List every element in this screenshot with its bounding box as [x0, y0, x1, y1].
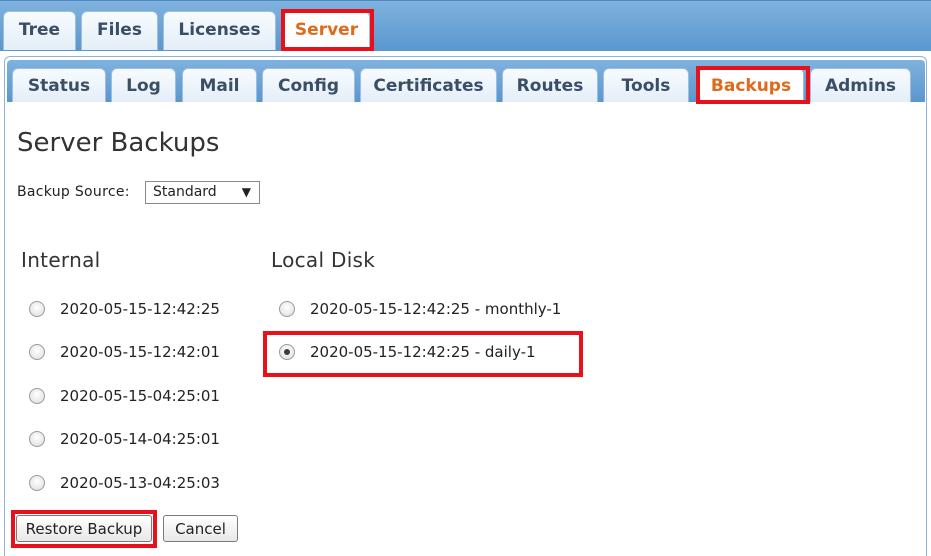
tab-backups[interactable]: Backups	[698, 68, 804, 102]
tab-tree[interactable]: Tree	[3, 11, 76, 50]
tab-tools[interactable]: Tools	[603, 68, 689, 102]
chevron-down-icon: ▼	[241, 185, 251, 199]
internal-backup-option[interactable]: 2020-05-13-04:25:03	[29, 474, 220, 492]
page-title: Server Backups	[17, 128, 220, 158]
local-disk-backup-option[interactable]: 2020-05-15-12:42:25 - daily-1	[279, 343, 536, 361]
radio-button-selected[interactable]	[279, 344, 295, 360]
backup-label: 2020-05-15-12:42:25 - monthly-1	[310, 300, 562, 318]
radio-button[interactable]	[29, 475, 45, 491]
backup-label: 2020-05-13-04:25:03	[60, 474, 220, 492]
tab-log[interactable]: Log	[111, 68, 176, 102]
radio-button[interactable]	[29, 344, 45, 360]
internal-backup-option[interactable]: 2020-05-15-12:42:01	[29, 343, 220, 361]
tab-certificates[interactable]: Certificates	[360, 68, 497, 102]
tab-status[interactable]: Status	[12, 68, 106, 102]
local-disk-heading: Local Disk	[271, 248, 376, 272]
tab-admins[interactable]: Admins	[810, 68, 911, 102]
internal-backup-option[interactable]: 2020-05-14-04:25:01	[29, 430, 220, 448]
backup-label: 2020-05-15-04:25:01	[60, 387, 220, 405]
tab-mail[interactable]: Mail	[182, 68, 257, 102]
backup-label: 2020-05-14-04:25:01	[60, 430, 220, 448]
radio-button[interactable]	[29, 388, 45, 404]
cancel-button[interactable]: Cancel	[163, 515, 238, 542]
backup-label: 2020-05-15-12:42:25 - daily-1	[310, 343, 536, 361]
tab-server[interactable]: Server	[283, 11, 370, 50]
radio-button[interactable]	[29, 431, 45, 447]
tab-licenses[interactable]: Licenses	[163, 11, 276, 50]
tab-config[interactable]: Config	[262, 68, 355, 102]
backup-source-value: Standard	[153, 184, 217, 200]
restore-backup-button[interactable]: Restore Backup	[16, 515, 152, 542]
tab-files[interactable]: Files	[81, 11, 158, 50]
tab-routes[interactable]: Routes	[502, 68, 598, 102]
backup-label: 2020-05-15-12:42:01	[60, 343, 220, 361]
radio-button[interactable]	[29, 301, 45, 317]
backup-label: 2020-05-15-12:42:25	[60, 300, 220, 318]
local-disk-backup-option[interactable]: 2020-05-15-12:42:25 - monthly-1	[279, 300, 561, 318]
radio-button[interactable]	[279, 301, 295, 317]
backup-source-select[interactable]: Standard ▼	[145, 181, 260, 204]
backup-source-label: Backup Source:	[17, 184, 130, 200]
internal-heading: Internal	[21, 248, 101, 272]
internal-backup-option[interactable]: 2020-05-15-04:25:01	[29, 387, 220, 405]
internal-backup-option[interactable]: 2020-05-15-12:42:25	[29, 300, 220, 318]
